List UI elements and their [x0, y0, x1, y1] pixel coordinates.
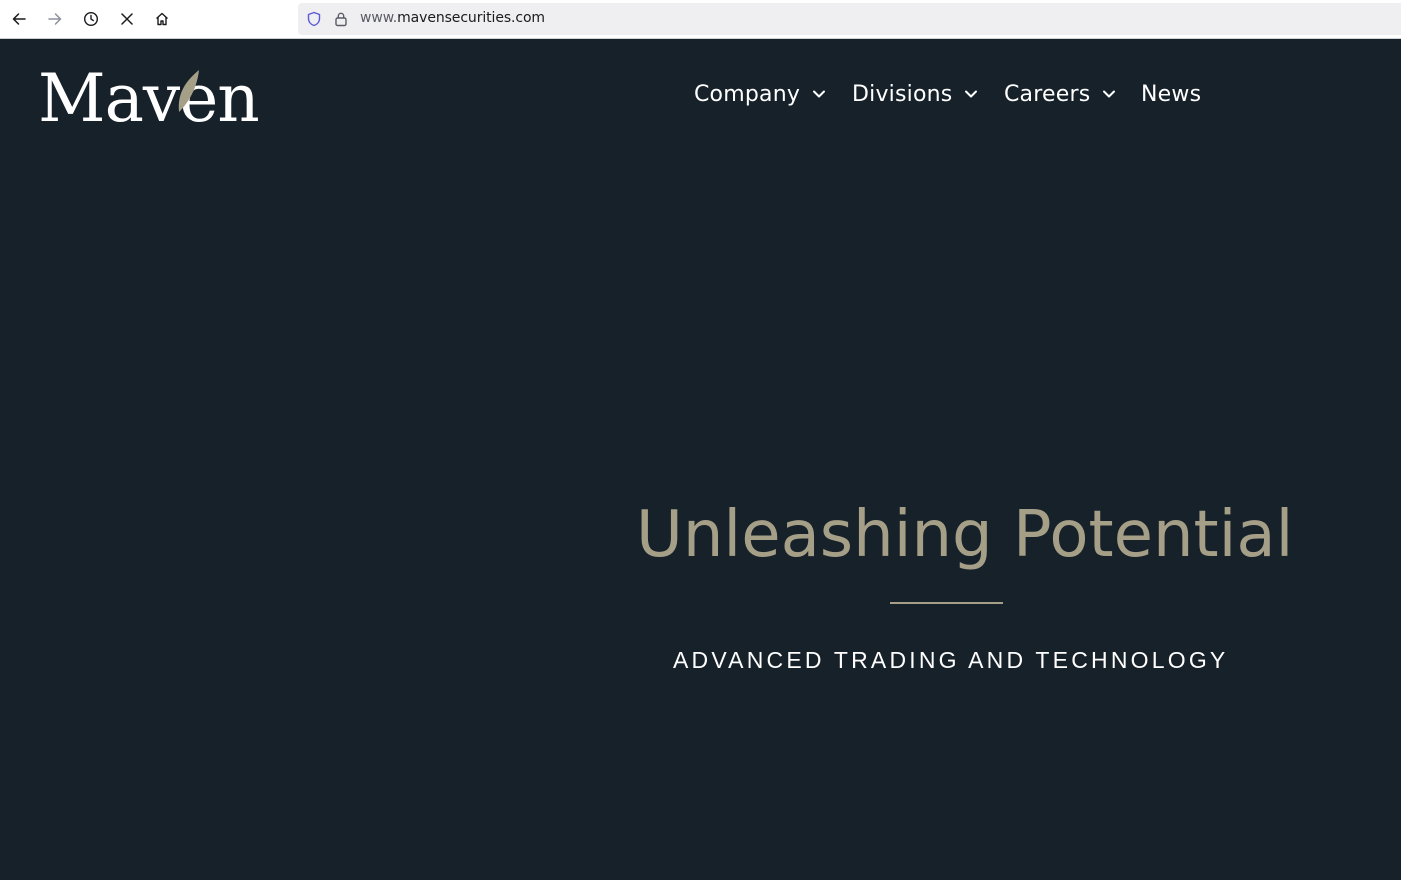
stop-button[interactable] — [114, 6, 140, 32]
url-text[interactable]: www.mavensecurities.com — [360, 10, 545, 26]
close-icon — [121, 13, 133, 25]
nav-divisions-label: Divisions — [852, 81, 953, 107]
nav-company-label: Company — [694, 81, 801, 107]
hero-divider — [890, 602, 1003, 604]
lock-icon[interactable] — [333, 11, 349, 27]
back-button[interactable] — [6, 6, 32, 32]
url-domain: mavensecurities.com — [397, 10, 545, 26]
nav-news[interactable]: News — [1141, 76, 1201, 112]
home-icon — [156, 12, 168, 26]
nav-divisions[interactable]: Divisions — [852, 76, 978, 112]
page-content: Maven Company Divisions Careers News Unl… — [0, 40, 1401, 880]
chevron-down-icon — [1103, 90, 1116, 98]
arrow-right-icon — [48, 13, 62, 25]
logo-text: Maven — [38, 60, 260, 137]
shield-icon[interactable] — [306, 11, 322, 27]
leaf-icon — [178, 70, 199, 112]
forward-button[interactable] — [42, 6, 68, 32]
nav-company[interactable]: Company — [694, 76, 826, 112]
history-button[interactable] — [78, 6, 104, 32]
hero-title: Unleashing Potential — [636, 498, 1294, 572]
home-button[interactable] — [149, 6, 175, 32]
maven-logo[interactable]: Maven — [38, 64, 260, 134]
address-bar[interactable]: www.mavensecurities.com — [298, 3, 1401, 35]
nav-careers-label: Careers — [1004, 81, 1091, 107]
arrow-left-icon — [12, 13, 26, 25]
nav-careers[interactable]: Careers — [1004, 76, 1116, 112]
chevron-down-icon — [813, 90, 826, 98]
browser-toolbar: www.mavensecurities.com — [0, 0, 1401, 39]
nav-news-label: News — [1141, 81, 1202, 107]
clock-icon — [83, 11, 99, 27]
chevron-down-icon — [965, 90, 978, 98]
hero-subtitle: ADVANCED TRADING AND TECHNOLOGY — [673, 647, 1229, 673]
url-prefix: www. — [360, 10, 398, 26]
